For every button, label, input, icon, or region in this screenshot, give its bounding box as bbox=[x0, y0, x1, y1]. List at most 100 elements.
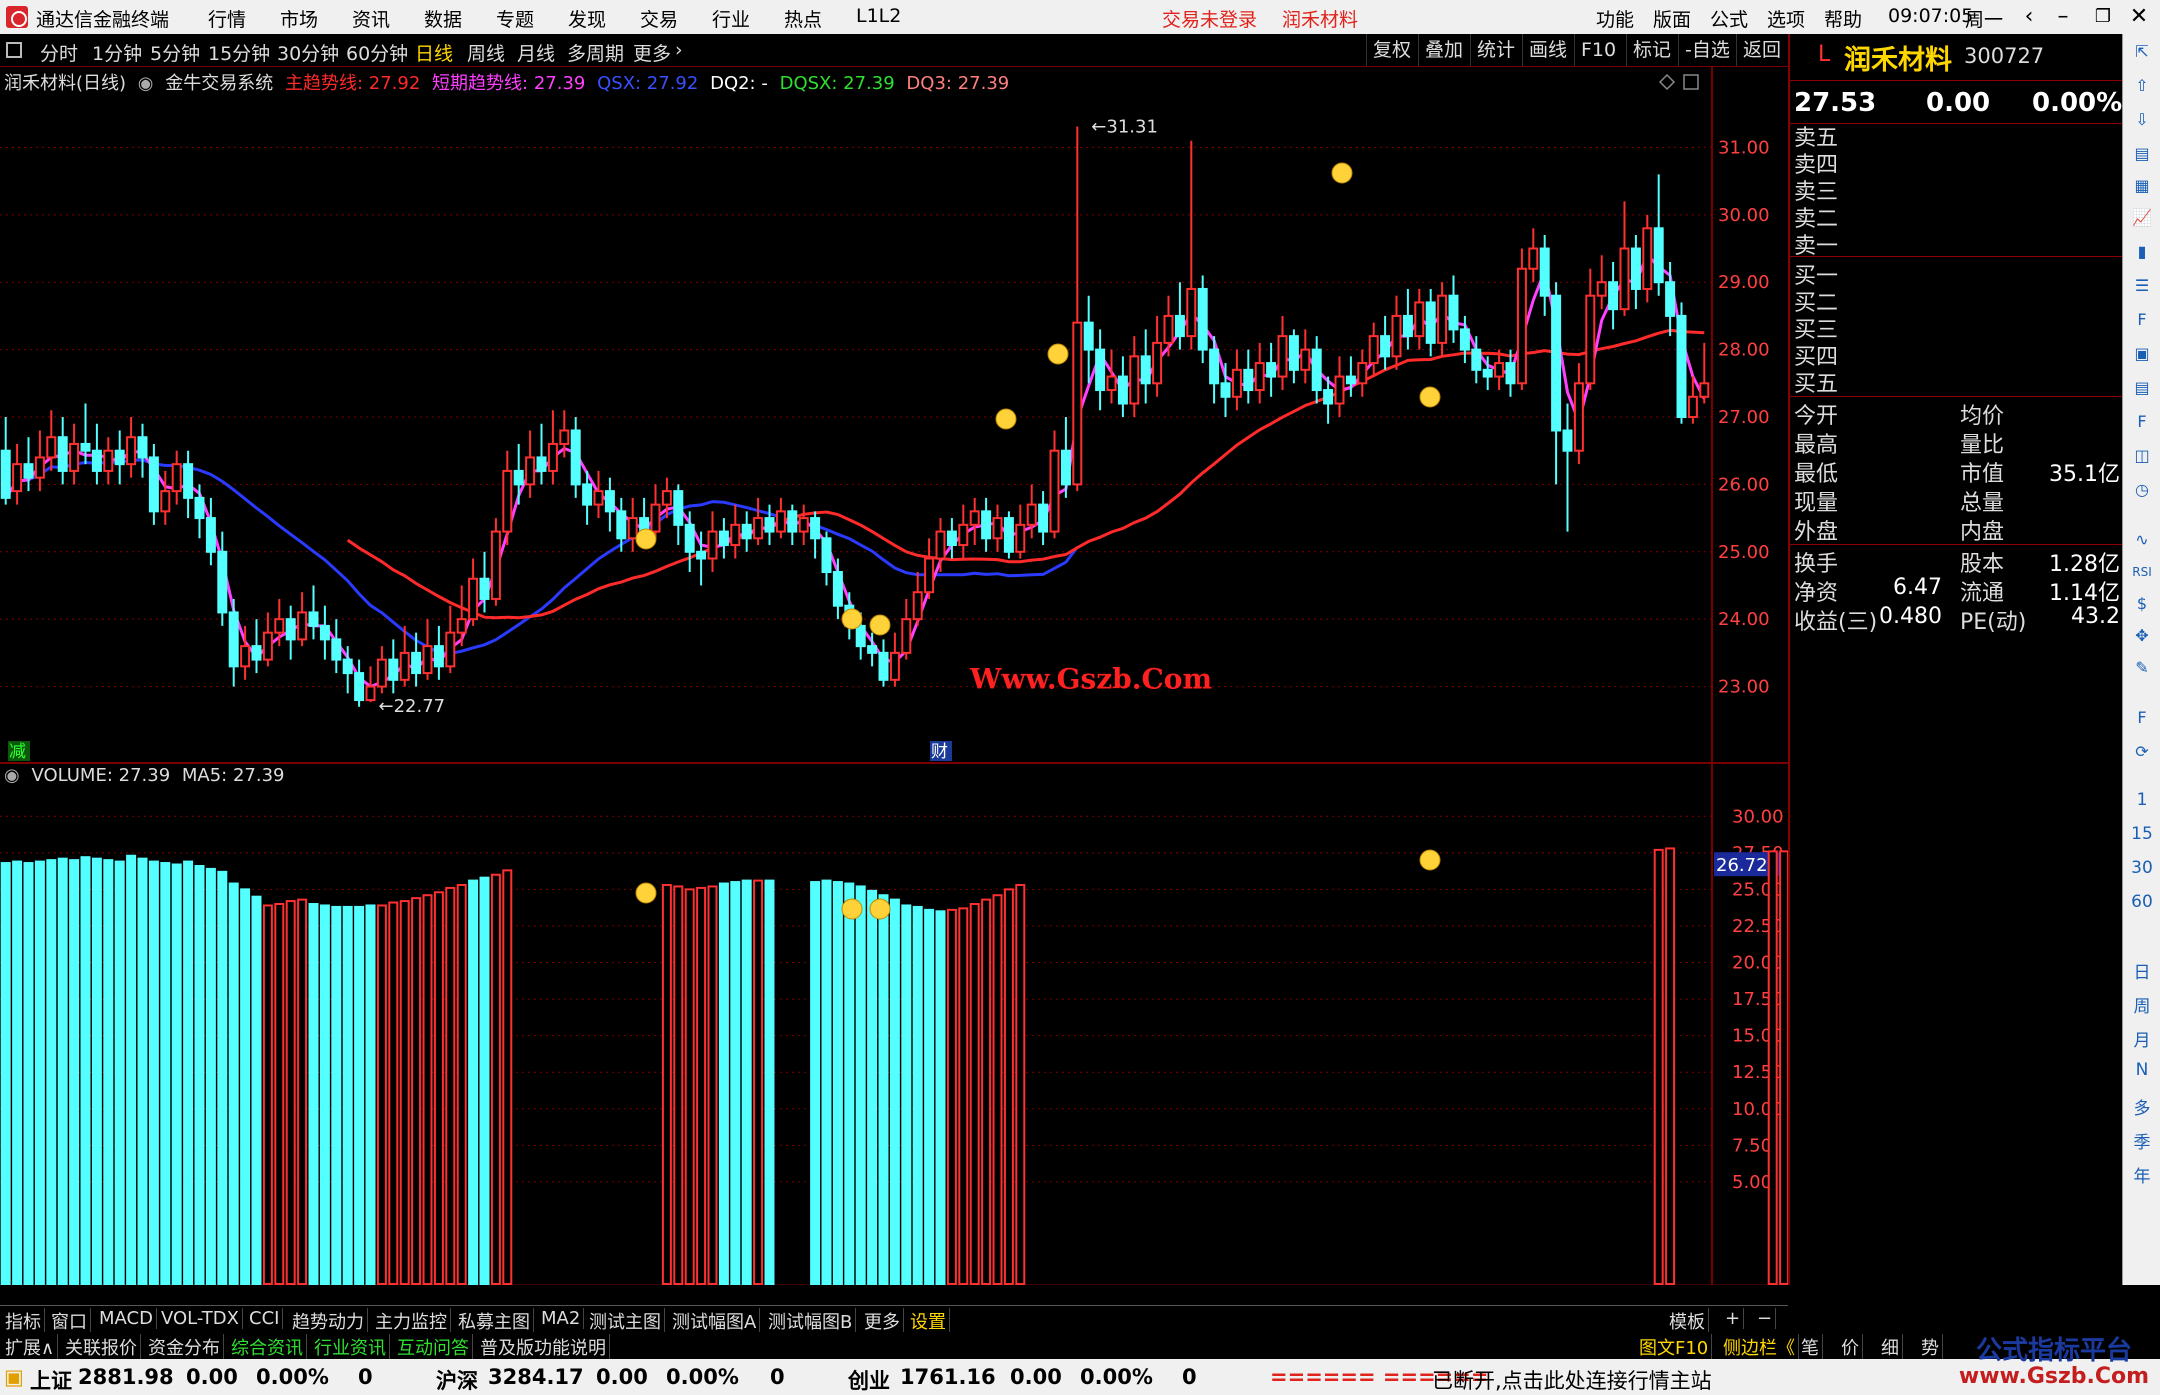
arrow-down-icon[interactable]: ⇩ bbox=[2130, 108, 2154, 132]
kline-chart-area[interactable]: 31.00 30.00 29.00 28.00 27.00 26.00 25.00 24.00… bbox=[0, 67, 1788, 1285]
overlay-button[interactable]: 叠加 bbox=[1418, 34, 1469, 66]
menu-zhuanti[interactable]: 专题 bbox=[496, 5, 534, 32]
rsi-icon[interactable]: RSI bbox=[2130, 560, 2154, 584]
chevron-right-icon[interactable]: › bbox=[675, 39, 683, 61]
doc-icon[interactable]: ▣ bbox=[2130, 342, 2154, 366]
menu-banmian[interactable]: 版面 bbox=[1653, 5, 1691, 32]
page-icon[interactable]: ▤ bbox=[2130, 376, 2154, 400]
tab-trend-power[interactable]: 趋势动力 bbox=[289, 1308, 368, 1334]
menu-jiaoyi[interactable]: 交易 bbox=[640, 5, 678, 32]
draw-button[interactable]: 画线 bbox=[1522, 34, 1573, 66]
tab-function-guide[interactable]: 普及版功能说明 bbox=[477, 1334, 610, 1360]
period-1min[interactable]: 1分钟 bbox=[92, 39, 142, 66]
f10-button[interactable]: F10 bbox=[1574, 34, 1622, 66]
period-monthly[interactable]: 月线 bbox=[517, 39, 555, 66]
strip-period-60[interactable]: 60 bbox=[2123, 892, 2160, 912]
fs-icon[interactable]: F bbox=[2130, 706, 2154, 730]
strip-period-multi[interactable]: 多 bbox=[2123, 1094, 2160, 1119]
fuquan-button[interactable]: 复权 bbox=[1366, 34, 1417, 66]
menu-faxian[interactable]: 发现 bbox=[568, 5, 606, 32]
menu-redian[interactable]: 热点 bbox=[784, 5, 822, 32]
template-button[interactable]: 模板 bbox=[1666, 1308, 1709, 1334]
strip-period-day[interactable]: 日 bbox=[2123, 958, 2160, 983]
restore-icon[interactable]: ❐ bbox=[2086, 2, 2120, 32]
tab-test-sub-b[interactable]: 测试幅图B bbox=[765, 1308, 857, 1334]
period-15min[interactable]: 15分钟 bbox=[208, 39, 270, 66]
arrow-up-icon[interactable]: ⇧ bbox=[2130, 74, 2154, 98]
strip-period-15[interactable]: 15 bbox=[2123, 824, 2160, 844]
back-arrow-icon[interactable]: ‹ bbox=[2012, 2, 2046, 32]
period-more[interactable]: 更多 bbox=[633, 39, 671, 66]
tab-sidebar[interactable]: 侧边栏《 bbox=[1720, 1334, 1799, 1360]
tab-industry-news[interactable]: 行业资讯 bbox=[311, 1334, 390, 1360]
menu-zixun[interactable]: 资讯 bbox=[352, 5, 390, 32]
stats-button[interactable]: 统计 bbox=[1470, 34, 1521, 66]
strip-period-1[interactable]: 1 bbox=[2123, 790, 2160, 810]
period-fenshi[interactable]: 分时 bbox=[40, 39, 78, 66]
tab-test-sub-a[interactable]: 测试幅图A bbox=[669, 1308, 761, 1334]
period-5min[interactable]: 5分钟 bbox=[150, 39, 200, 66]
period-weekly[interactable]: 周线 bbox=[467, 39, 505, 66]
tab-window[interactable]: 窗口 bbox=[48, 1308, 91, 1334]
clock-icon[interactable]: ◷ bbox=[2130, 478, 2154, 502]
tab-private-main[interactable]: 私募主图 bbox=[455, 1308, 534, 1334]
period-30min[interactable]: 30分钟 bbox=[277, 39, 339, 66]
line-chart-icon[interactable]: 📈 bbox=[2130, 206, 2154, 230]
tab-cci[interactable]: CCI bbox=[246, 1308, 284, 1329]
remove-window-button[interactable]: − bbox=[1754, 1308, 1777, 1329]
list-icon[interactable]: ☰ bbox=[2130, 274, 2154, 298]
menu-hangye[interactable]: 行业 bbox=[712, 5, 750, 32]
move-icon[interactable]: ✥ bbox=[2130, 624, 2154, 648]
sh-index-name[interactable]: 上证 bbox=[30, 1365, 72, 1395]
add-window-button[interactable]: + bbox=[1722, 1308, 1745, 1329]
remove-watchlist-button[interactable]: -自选 bbox=[1678, 34, 1736, 66]
tab-trend[interactable]: 势 bbox=[1918, 1334, 1943, 1360]
wave-icon[interactable]: ∿ bbox=[2130, 528, 2154, 552]
menu-gongneng[interactable]: 功能 bbox=[1596, 5, 1634, 32]
stock-name[interactable]: 润禾材料 bbox=[1844, 38, 1952, 77]
menu-xuanxiang[interactable]: 选项 bbox=[1767, 5, 1805, 32]
return-button[interactable]: 返回 bbox=[1736, 34, 1787, 66]
tab-test-main[interactable]: 测试主图 bbox=[586, 1308, 665, 1334]
menu-gongshi[interactable]: 公式 bbox=[1710, 5, 1748, 32]
tab-expand[interactable]: 扩展∧ bbox=[2, 1334, 59, 1360]
f2-icon[interactable]: F bbox=[2130, 410, 2154, 434]
strip-period-n[interactable]: N bbox=[2123, 1060, 2160, 1080]
layers-icon[interactable]: ◫ bbox=[2130, 444, 2154, 468]
minimize-icon[interactable]: – bbox=[2046, 2, 2080, 32]
strip-period-30[interactable]: 30 bbox=[2123, 858, 2160, 878]
cy-index-name[interactable]: 创业 bbox=[848, 1365, 890, 1395]
tab-f10-text[interactable]: 图文F10 bbox=[1636, 1334, 1713, 1360]
tab-detail[interactable]: 细 bbox=[1878, 1334, 1903, 1360]
strip-period-week[interactable]: 周 bbox=[2123, 992, 2160, 1017]
strip-period-year[interactable]: 年 bbox=[2123, 1162, 2160, 1187]
tab-more[interactable]: 更多 bbox=[861, 1308, 904, 1334]
legend-collapse-icon[interactable]: ◉ bbox=[138, 73, 154, 94]
period-60min[interactable]: 60分钟 bbox=[346, 39, 408, 66]
login-status[interactable]: 交易未登录 bbox=[1162, 5, 1257, 32]
table-icon[interactable]: ▦ bbox=[2130, 174, 2154, 198]
tab-macd[interactable]: MACD bbox=[96, 1308, 157, 1329]
period-multi[interactable]: 多周期 bbox=[567, 39, 624, 66]
f10-icon[interactable]: F bbox=[2130, 308, 2154, 332]
menu-hangqing[interactable]: 行情 bbox=[208, 5, 246, 32]
tab-vol-tdx[interactable]: VOL-TDX bbox=[158, 1308, 243, 1329]
layout-toggle-icon[interactable] bbox=[6, 42, 22, 58]
arrow-up-left-icon[interactable]: ⇱ bbox=[2130, 40, 2154, 64]
kline-chart-svg[interactable]: 31.00 30.00 29.00 28.00 27.00 26.00 25.00 24.00… bbox=[0, 67, 1788, 1285]
mark-button[interactable]: 标记 bbox=[1626, 34, 1677, 66]
period-daily[interactable]: 日线 bbox=[415, 39, 453, 66]
refresh-icon[interactable]: ⟳ bbox=[2130, 740, 2154, 764]
tab-general-news[interactable]: 综合资讯 bbox=[228, 1334, 307, 1360]
menu-bangzhu[interactable]: 帮助 bbox=[1824, 5, 1862, 32]
tab-fund-distribution[interactable]: 资金分布 bbox=[145, 1334, 224, 1360]
menu-l1l2[interactable]: L1L2 bbox=[856, 5, 901, 27]
tab-ma2[interactable]: MA2 bbox=[538, 1308, 585, 1329]
tab-related-quote[interactable]: 关联报价 bbox=[62, 1334, 141, 1360]
tab-main-monitor[interactable]: 主力监控 bbox=[372, 1308, 451, 1334]
volume-collapse-icon[interactable]: ◉ bbox=[4, 765, 20, 786]
menu-shichang[interactable]: 市场 bbox=[280, 5, 318, 32]
strip-period-month[interactable]: 月 bbox=[2123, 1026, 2160, 1051]
pencil-icon[interactable]: ✎ bbox=[2130, 656, 2154, 680]
connection-message[interactable]: 已断开,点击此处连接行情主站 bbox=[1432, 1365, 1712, 1395]
